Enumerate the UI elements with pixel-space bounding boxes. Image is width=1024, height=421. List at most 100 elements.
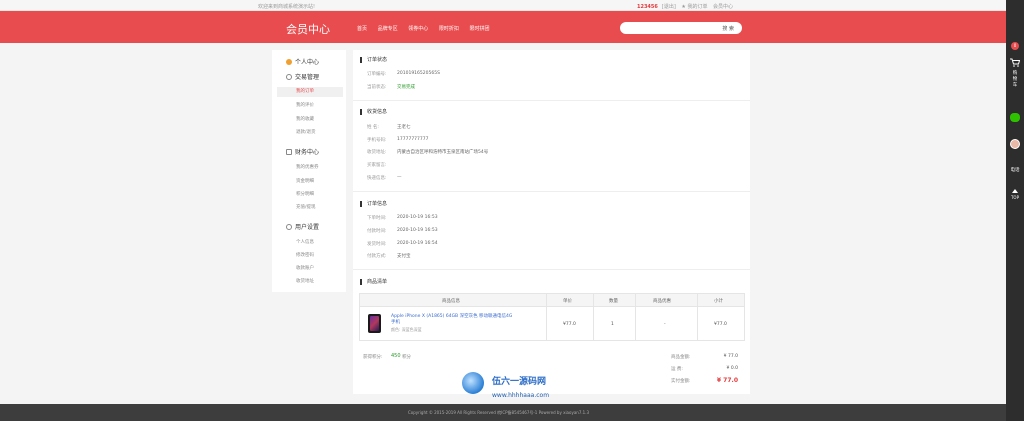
phone-button[interactable]: 电话 xyxy=(1006,167,1024,173)
header: 会员中心 首页 品牌专区 领券中心 限时折扣 限时拼团 搜 索 xyxy=(0,11,1006,43)
points-value: 450 xyxy=(391,353,401,359)
col-goods-info: 商品信息 xyxy=(442,299,460,304)
goods-amount-value: ¥ 77.0 xyxy=(723,354,738,359)
order-no-label: 订单编号: xyxy=(367,72,387,77)
col-discount: 商品优惠 xyxy=(653,299,671,304)
sidebar-group-personal[interactable]: 个人中心 xyxy=(286,57,319,66)
create-time-value: 2020-10-19 16:53 xyxy=(397,215,438,220)
watermark-url: www.hhhhaaa.com xyxy=(492,392,550,399)
member-center-link[interactable]: 会员中心 xyxy=(713,4,733,10)
sidebar-item-my-orders[interactable]: 我的订单 xyxy=(277,87,343,97)
watermark: 伍六一源码网 www.hhhhaaa.com xyxy=(462,372,562,402)
top-label: TOP xyxy=(1010,195,1019,200)
logo[interactable]: 会员中心 xyxy=(286,21,330,37)
product-price: ¥77.0 xyxy=(563,322,576,327)
nav-brands[interactable]: 品牌专区 xyxy=(378,26,398,32)
col-qty: 数量 xyxy=(609,299,618,304)
product-name-link[interactable]: Apple iPhone X (A1865) 64GB 深空灰色 移动联通电信4… xyxy=(391,314,516,326)
name-label: 姓 名: xyxy=(367,125,379,130)
freight-value: ¥ 0.0 xyxy=(726,366,738,371)
cart-label: 购物车 xyxy=(1012,71,1018,88)
column-divider xyxy=(546,294,547,340)
express-label: 快递信息: xyxy=(367,176,387,181)
watermark-text: 伍六一源码网 xyxy=(492,377,547,387)
phone-value: 17777777777 xyxy=(397,137,429,142)
ship-time-label: 发货时间: xyxy=(367,242,387,247)
nav-coupons[interactable]: 领券中心 xyxy=(408,26,428,32)
ship-time-value: 2020-10-19 16:54 xyxy=(397,241,438,246)
nav-home[interactable]: 首页 xyxy=(357,26,367,32)
nav-discount[interactable]: 限时折扣 xyxy=(439,26,459,32)
section-title-receiver: 收货信息 xyxy=(360,109,387,115)
sidebar-group-trade: 交易管理 xyxy=(286,72,319,81)
points-label: 获得积分: xyxy=(363,355,383,360)
column-divider xyxy=(635,294,636,340)
footer: Copyright © 2015-2019 All Rights Reserve… xyxy=(0,404,1006,421)
sidebar-item-refunds[interactable]: 退款/退货 xyxy=(296,129,316,135)
sidebar-item-password[interactable]: 修改密码 xyxy=(296,252,314,258)
user-icon xyxy=(286,224,292,230)
main-nav: 首页 品牌专区 领券中心 限时折扣 限时拼团 xyxy=(357,25,498,32)
welcome-text: 欢迎来到商城系统演示站! xyxy=(258,4,316,10)
sidebar-item-recharge[interactable]: 充值/提现 xyxy=(296,204,316,210)
copyright-text: Copyright © 2015-2019 All Rights Reserve… xyxy=(408,410,589,415)
watermark-logo-icon xyxy=(462,372,484,394)
goods-table: 商品信息 单价 数量 商品优惠 小计 Apple iPhone X (A1865… xyxy=(359,293,745,341)
logout-link[interactable]: [退出] xyxy=(662,4,676,10)
freight-label: 运 费: xyxy=(671,367,683,372)
nav-group-buy[interactable]: 限时拼团 xyxy=(469,26,489,32)
home-icon xyxy=(286,59,292,65)
sidebar-item-my-reviews[interactable]: 我的评价 xyxy=(296,102,314,108)
right-toolbar: 0 购物车 电话 TOP xyxy=(1006,0,1024,421)
sidebar-item-addresses[interactable]: 收货地址 xyxy=(296,278,314,284)
product-discount: - xyxy=(664,322,666,327)
search-input[interactable]: 搜 索 xyxy=(620,22,742,34)
phone-label: 手机号码: xyxy=(367,138,387,143)
order-detail-panel: 订单状态 订单编号: 20101916520565S 当前状态: 交易完成 收货… xyxy=(353,50,750,394)
product-qty: 1 xyxy=(611,322,614,327)
sidebar-item-points[interactable]: 积分明细 xyxy=(296,191,314,197)
username-link[interactable]: 123456 xyxy=(637,4,658,10)
cart-count-badge: 0 xyxy=(1011,42,1019,50)
product-attr: 颜色: 深蓝色深蓝 xyxy=(391,327,422,332)
pay-time-value: 2020-10-19 16:53 xyxy=(397,228,438,233)
section-title-order-info: 订单信息 xyxy=(360,201,387,207)
sidebar-item-funds[interactable]: 资金明细 xyxy=(296,178,314,184)
wechat-icon[interactable] xyxy=(1010,113,1020,122)
sidebar: 个人中心 交易管理 我的订单 我的评价 我的收藏 退款/退货 财务中心 我的优惠… xyxy=(272,50,346,292)
divider xyxy=(353,269,750,270)
top-bar: 欢迎来到商城系统演示站! 123456 [退出] ★ 我的订单 会员中心 xyxy=(0,0,1006,11)
create-time-label: 下单时间: xyxy=(367,216,387,221)
address-label: 收货地址: xyxy=(367,150,387,155)
paid-label: 实付金额: xyxy=(671,379,691,384)
my-orders-link[interactable]: ★ 我的订单 xyxy=(681,4,707,10)
trade-icon xyxy=(286,74,292,80)
product-thumbnail[interactable] xyxy=(368,314,381,333)
points-unit: 积分 xyxy=(402,355,411,360)
product-subtotal: ¥77.0 xyxy=(714,322,727,327)
sidebar-group-settings: 用户设置 xyxy=(286,222,319,231)
sidebar-item-profile[interactable]: 个人信息 xyxy=(296,239,314,245)
sidebar-group-finance: 财务中心 xyxy=(286,147,319,156)
section-title-status: 订单状态 xyxy=(360,57,387,63)
sidebar-item-favorites[interactable]: 我的收藏 xyxy=(296,116,314,122)
status-label: 当前状态: xyxy=(367,85,387,90)
wallet-icon xyxy=(286,149,292,155)
cart-button[interactable]: 购物车 xyxy=(1006,58,1024,89)
search-button[interactable]: 搜 索 xyxy=(722,25,734,32)
column-divider xyxy=(593,294,594,340)
table-header: 商品信息 单价 数量 商品优惠 小计 xyxy=(360,294,744,307)
sidebar-item-accounts[interactable]: 收款账户 xyxy=(296,265,314,271)
back-to-top-button[interactable]: TOP xyxy=(1006,189,1024,200)
col-subtotal: 小计 xyxy=(714,299,723,304)
col-price: 单价 xyxy=(563,299,572,304)
avatar[interactable] xyxy=(1010,139,1020,149)
pay-time-label: 付款时间: xyxy=(367,229,387,234)
divider xyxy=(353,100,750,101)
sidebar-item-coupons[interactable]: 我的优惠券 xyxy=(296,164,319,170)
status-value: 交易完成 xyxy=(397,85,415,90)
order-no-value: 20101916520565S xyxy=(397,71,440,76)
divider xyxy=(353,191,750,192)
goods-amount-label: 商品金额: xyxy=(671,355,691,360)
address-value: 内蒙古自治区呼和浩特市玉泉区南站广场54号 xyxy=(397,150,489,155)
